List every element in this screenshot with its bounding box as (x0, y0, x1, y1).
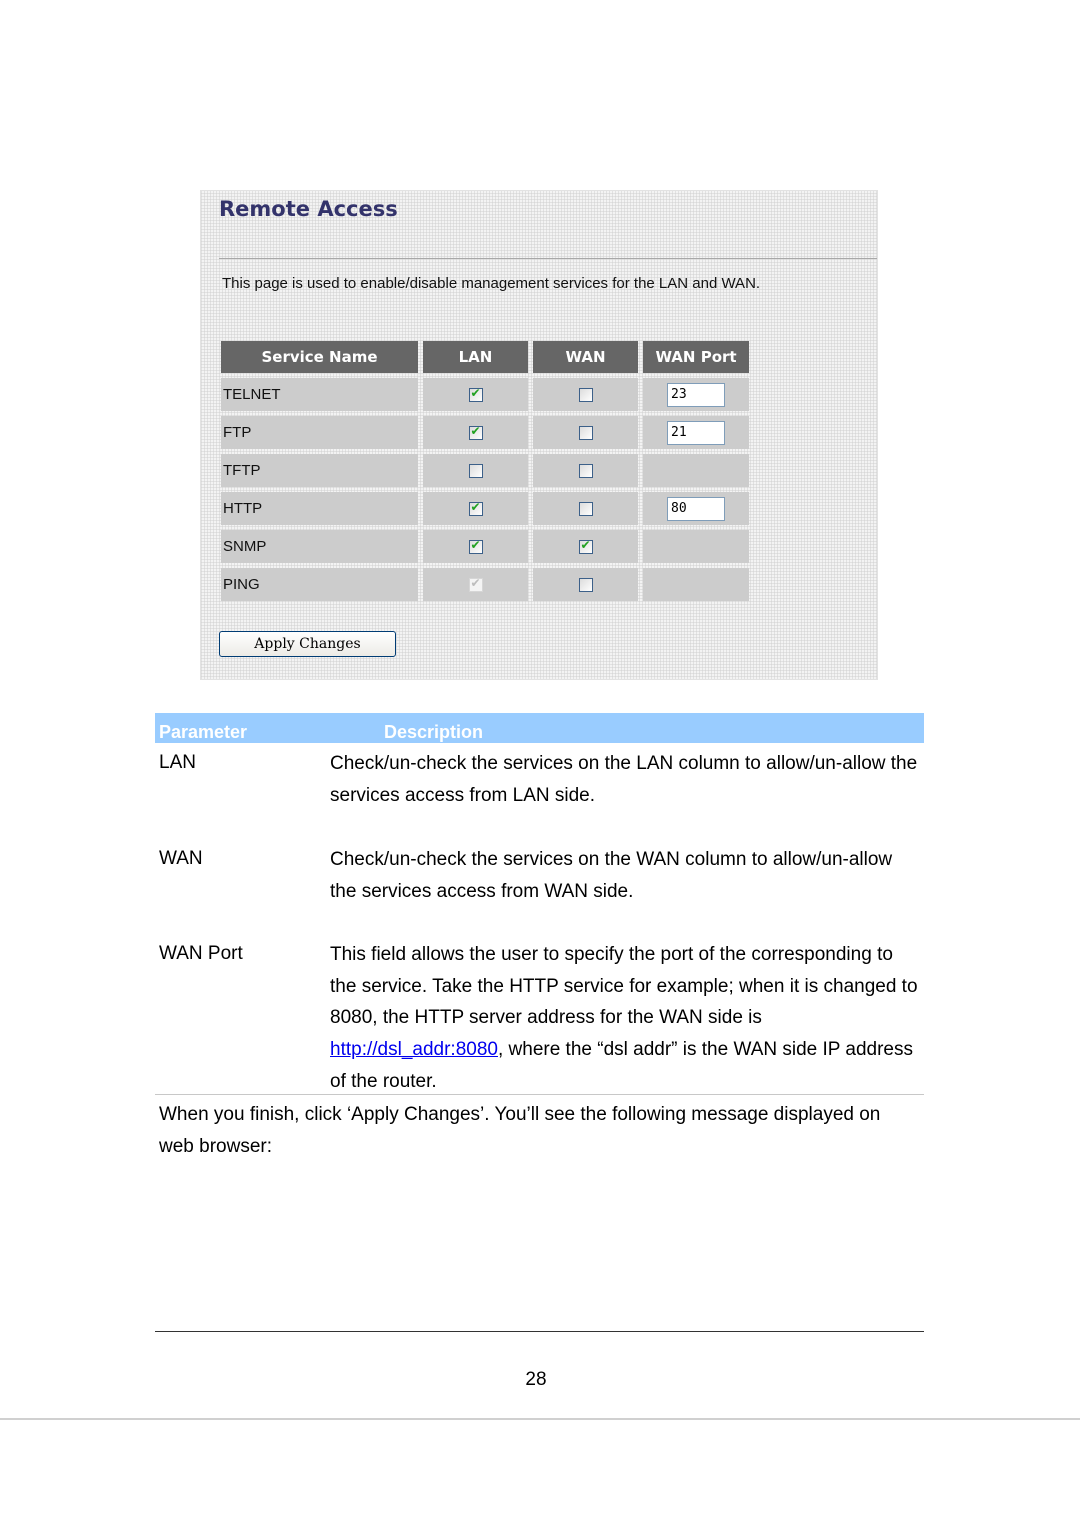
param-label-wan-port: WAN Port (159, 943, 243, 964)
lan-checkbox[interactable] (468, 424, 483, 441)
service-name: PING (221, 568, 418, 601)
lan-cell (423, 378, 528, 411)
wan-cell (533, 492, 638, 525)
service-name: HTTP (221, 492, 418, 525)
wan-port-input[interactable] (667, 420, 725, 445)
column-header-service-name: Service Name (221, 341, 418, 373)
service-row: FTP (221, 416, 749, 449)
page-edge-divider (0, 1418, 1080, 1420)
lan-checkbox[interactable] (468, 500, 483, 517)
param-label-wan: WAN (159, 848, 203, 869)
wan-port-cell (643, 378, 749, 411)
service-row: SNMP (221, 530, 749, 563)
apply-changes-button[interactable]: Apply Changes (219, 631, 396, 657)
header-parameter: Parameter (159, 722, 248, 742)
wan-port-cell (643, 530, 749, 563)
wan-port-cell (643, 454, 749, 487)
wan-cell (533, 416, 638, 449)
column-header-wan: WAN (533, 341, 638, 373)
lan-cell (423, 454, 528, 487)
wan-checkbox[interactable] (578, 538, 593, 555)
service-name: FTP (221, 416, 418, 449)
wan-port-input[interactable] (667, 496, 725, 521)
footer-divider (155, 1331, 924, 1332)
service-row: HTTP (221, 492, 749, 525)
lan-cell (423, 530, 528, 563)
wan-port-cell (643, 568, 749, 601)
wan-port-text-before: This field allows the user to specify th… (330, 944, 918, 1029)
column-header-wan-port: WAN Port (643, 341, 749, 373)
wan-port-input[interactable] (667, 382, 725, 407)
lan-checkbox[interactable] (468, 538, 483, 555)
page-title: Remote Access (219, 197, 398, 221)
lan-checkbox[interactable] (468, 386, 483, 403)
remote-access-screenshot: Remote Access This page is used to enabl… (200, 190, 878, 680)
service-name: TFTP (221, 454, 418, 487)
lan-cell (423, 492, 528, 525)
service-name: SNMP (221, 530, 418, 563)
wan-checkbox[interactable] (578, 502, 593, 517)
wan-port-cell (643, 416, 749, 449)
services-table: Service Name LAN WAN WAN Port TELNET FTP T… (216, 336, 754, 606)
title-divider (219, 258, 877, 259)
param-desc-wan: Check/un-check the services on the WAN c… (330, 849, 893, 902)
page-description: This page is used to enable/disable mana… (222, 275, 761, 292)
instruction-paragraph: When you finish, click ‘Apply Changes’. … (159, 1104, 881, 1157)
service-name: TELNET (221, 378, 418, 411)
service-row: PING (221, 568, 749, 601)
wan-checkbox[interactable] (578, 426, 593, 441)
param-desc-lan: Check/un-check the services on the LAN c… (330, 753, 918, 806)
table-bottom-divider (155, 1094, 924, 1095)
lan-checkbox[interactable] (468, 464, 483, 479)
page-number: 28 (525, 1369, 547, 1390)
service-row: TELNET (221, 378, 749, 411)
wan-checkbox[interactable] (578, 388, 593, 403)
lan-cell (423, 416, 528, 449)
column-header-lan: LAN (423, 341, 528, 373)
wan-cell (533, 530, 638, 563)
lan-cell (423, 568, 528, 601)
wan-cell (533, 454, 638, 487)
param-desc-wan-port: This field allows the user to specify th… (330, 939, 920, 1098)
wan-cell (533, 568, 638, 601)
dsl-addr-link[interactable]: http://dsl_addr:8080 (330, 1039, 498, 1060)
wan-checkbox[interactable] (578, 578, 593, 593)
wan-port-cell (643, 492, 749, 525)
lan-checkbox (468, 576, 483, 593)
header-description: Description (384, 722, 484, 742)
parameter-table-header: Parameter Description (155, 713, 924, 743)
wan-cell (533, 378, 638, 411)
service-row: TFTP (221, 454, 749, 487)
param-label-lan: LAN (159, 752, 196, 773)
wan-checkbox[interactable] (578, 464, 593, 479)
